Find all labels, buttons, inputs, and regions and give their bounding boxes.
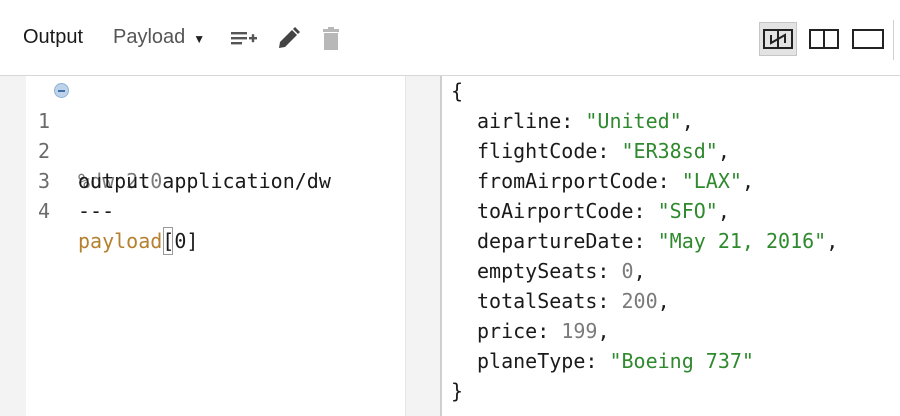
field-key: totalSeats <box>477 289 598 313</box>
output-field: flightCode: "ER38sd", <box>477 139 730 163</box>
code-text: output application/dw <box>78 169 331 193</box>
line-number: 4 <box>38 199 51 223</box>
toolbar: Output Payload ▼ <box>0 0 900 76</box>
fold-toggle-icon[interactable] <box>54 83 69 98</box>
field-value: "ER38sd" <box>621 139 718 163</box>
field-value: "SFO" <box>657 199 718 223</box>
field-comma: , <box>717 199 730 223</box>
field-value: "LAX" <box>681 169 742 193</box>
code-text: payload[0] <box>78 226 198 256</box>
view-split-active-button[interactable] <box>759 22 797 56</box>
view-single-button[interactable] <box>849 22 887 56</box>
output-field: fromAirportCode: "LAX", <box>477 169 754 193</box>
field-comma: , <box>597 319 610 343</box>
editor-right-gutter <box>405 76 441 416</box>
add-list-icon[interactable] <box>230 26 258 52</box>
field-comma: , <box>826 229 839 253</box>
payload-token: payload <box>78 229 163 253</box>
trash-icon[interactable] <box>318 26 346 52</box>
code-line-1: 1 %dw 2.0 <box>0 76 162 193</box>
toolbar-separator <box>893 20 894 60</box>
field-value: 199 <box>561 319 598 343</box>
output-field: totalSeats: 200, <box>477 289 670 313</box>
output-field: toAirportCode: "SFO", <box>477 199 730 223</box>
field-value: "May 21, 2016" <box>657 229 827 253</box>
field-key: airline <box>477 109 562 133</box>
field-comma: , <box>681 109 694 133</box>
field-value: "Boeing 737" <box>609 349 754 373</box>
field-comma: , <box>717 139 730 163</box>
output-title: Output <box>23 26 84 48</box>
bracket-open: [ <box>162 226 174 256</box>
field-key: emptySeats <box>477 259 598 283</box>
field-comma: , <box>741 169 754 193</box>
code-line-2: 2 output application/dw <box>0 106 331 193</box>
chevron-down-icon: ▼ <box>193 31 206 46</box>
field-key: flightCode <box>477 139 598 163</box>
view-single-icon <box>852 29 884 49</box>
field-key: price <box>477 319 538 343</box>
brace-open: { <box>451 79 464 103</box>
field-value: 0 <box>621 259 634 283</box>
output-preview: { airline: "United", flightCode: "ER38sd"… <box>442 76 900 416</box>
field-key: departureDate <box>477 229 634 253</box>
pencil-icon[interactable] <box>275 26 303 52</box>
payload-dropdown[interactable]: Payload ▼ <box>113 26 205 49</box>
output-field: price: 199, <box>477 319 610 343</box>
field-key: fromAirportCode <box>477 169 658 193</box>
view-split-active-icon <box>763 29 793 49</box>
index-token: 0 <box>174 229 187 253</box>
field-value: "United" <box>585 109 682 133</box>
script-editor[interactable]: 1 %dw 2.0 2 output application/dw 3 --- … <box>0 76 441 416</box>
code-line-4: 4 payload[0] <box>0 166 198 255</box>
output-field: planeType: "Boeing 737" <box>477 349 754 373</box>
payload-dropdown-label: Payload <box>113 26 186 48</box>
code-line-3: 3 --- <box>0 136 114 223</box>
brace-close: } <box>451 379 464 403</box>
bracket-close: ] <box>186 229 199 253</box>
field-key: planeType <box>477 349 586 373</box>
field-comma: , <box>657 289 670 313</box>
view-two-columns-button[interactable] <box>805 22 843 56</box>
output-field: airline: "United", <box>477 109 694 133</box>
output-field: departureDate: "May 21, 2016", <box>477 229 839 253</box>
output-field: emptySeats: 0, <box>477 259 646 283</box>
field-value: 200 <box>621 289 658 313</box>
view-two-columns-icon <box>809 29 839 49</box>
field-key: toAirportCode <box>477 199 634 223</box>
field-comma: , <box>633 259 646 283</box>
code-text: --- <box>78 199 115 223</box>
